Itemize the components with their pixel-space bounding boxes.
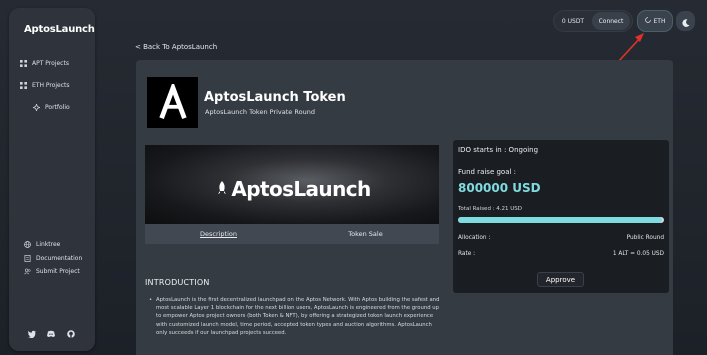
approve-button[interactable]: Approve <box>537 272 584 287</box>
chain-label: ETH <box>653 17 666 25</box>
ido-status: IDO starts in : Ongoing <box>458 146 539 154</box>
token-logo <box>147 77 198 128</box>
grid-icon <box>19 59 27 67</box>
fund-raise-goal: 800000 USD <box>458 181 541 195</box>
sidebar-item-label: APT Projects <box>32 59 69 67</box>
total-raised: Total Raised : 4.21 USD <box>458 206 523 212</box>
token-title: AptosLaunch Token <box>204 90 346 105</box>
sidebar-item-apt-projects[interactable]: APT Projects <box>19 57 69 69</box>
grid-icon <box>19 81 27 89</box>
sidebar-link-label: Linktree <box>36 240 61 248</box>
raise-progress-bar <box>458 217 664 223</box>
github-icon[interactable] <box>66 329 75 338</box>
intro-body: AptosLaunch is the first decentralized l… <box>149 296 441 337</box>
tab-token-sale[interactable]: Token Sale <box>292 224 439 244</box>
chain-selector-button[interactable]: ETH <box>638 11 672 31</box>
sidebar-link-submit-project[interactable]: Submit Project <box>23 265 80 277</box>
rate-label: Rate : <box>458 251 476 257</box>
back-link[interactable]: < Back To AptosLaunch <box>135 43 217 51</box>
brand-logo[interactable]: AptosLaunch <box>24 24 95 35</box>
sidebar-item-label: ETH Projects <box>32 81 70 89</box>
allocation-label: Allocation : <box>458 235 491 241</box>
tab-description[interactable]: Description <box>145 224 292 244</box>
aptoslaunch-logo-icon <box>158 83 187 119</box>
sidebar-item-portfolio[interactable]: Portfolio <box>32 101 70 113</box>
raise-progress-fill <box>458 217 662 223</box>
globe-icon <box>23 240 31 248</box>
moon-icon <box>681 12 690 31</box>
document-icon <box>23 254 31 262</box>
sparkle-icon <box>32 103 40 111</box>
sidebar-link-label: Documentation <box>36 254 83 262</box>
discord-icon[interactable] <box>46 329 55 338</box>
banner-logo-text: AptosLaunch <box>231 177 371 201</box>
token-subtitle: AptosLaunch Token Private Round <box>205 108 315 116</box>
sidebar-item-label: Portfolio <box>45 103 70 111</box>
intro-title: INTRODUCTION <box>145 278 210 287</box>
users-icon <box>23 267 31 275</box>
sidebar-link-linktree[interactable]: Linktree <box>23 238 60 250</box>
wallet-balance: 0 USDT <box>561 17 585 25</box>
sidebar-link-label: Submit Project <box>36 267 80 275</box>
theme-toggle-button[interactable] <box>676 11 695 31</box>
rate-value: 1 ALT = 0.05 USD <box>612 251 664 257</box>
rocket-icon <box>218 181 226 194</box>
loading-icon <box>644 17 651 25</box>
allocation-value: Public Round <box>626 235 664 241</box>
project-banner: AptosLaunch <box>145 145 439 224</box>
connect-button[interactable]: Connect <box>592 12 630 30</box>
tab-bar: Description Token Sale <box>145 224 439 244</box>
twitter-icon[interactable] <box>27 329 36 338</box>
sidebar-link-documentation[interactable]: Documentation <box>23 252 82 264</box>
wallet-pill: 0 USDT Connect <box>554 11 632 31</box>
sidebar-item-eth-projects[interactable]: ETH Projects <box>19 79 70 91</box>
fund-raise-label: Fund raise goal : <box>458 168 517 176</box>
